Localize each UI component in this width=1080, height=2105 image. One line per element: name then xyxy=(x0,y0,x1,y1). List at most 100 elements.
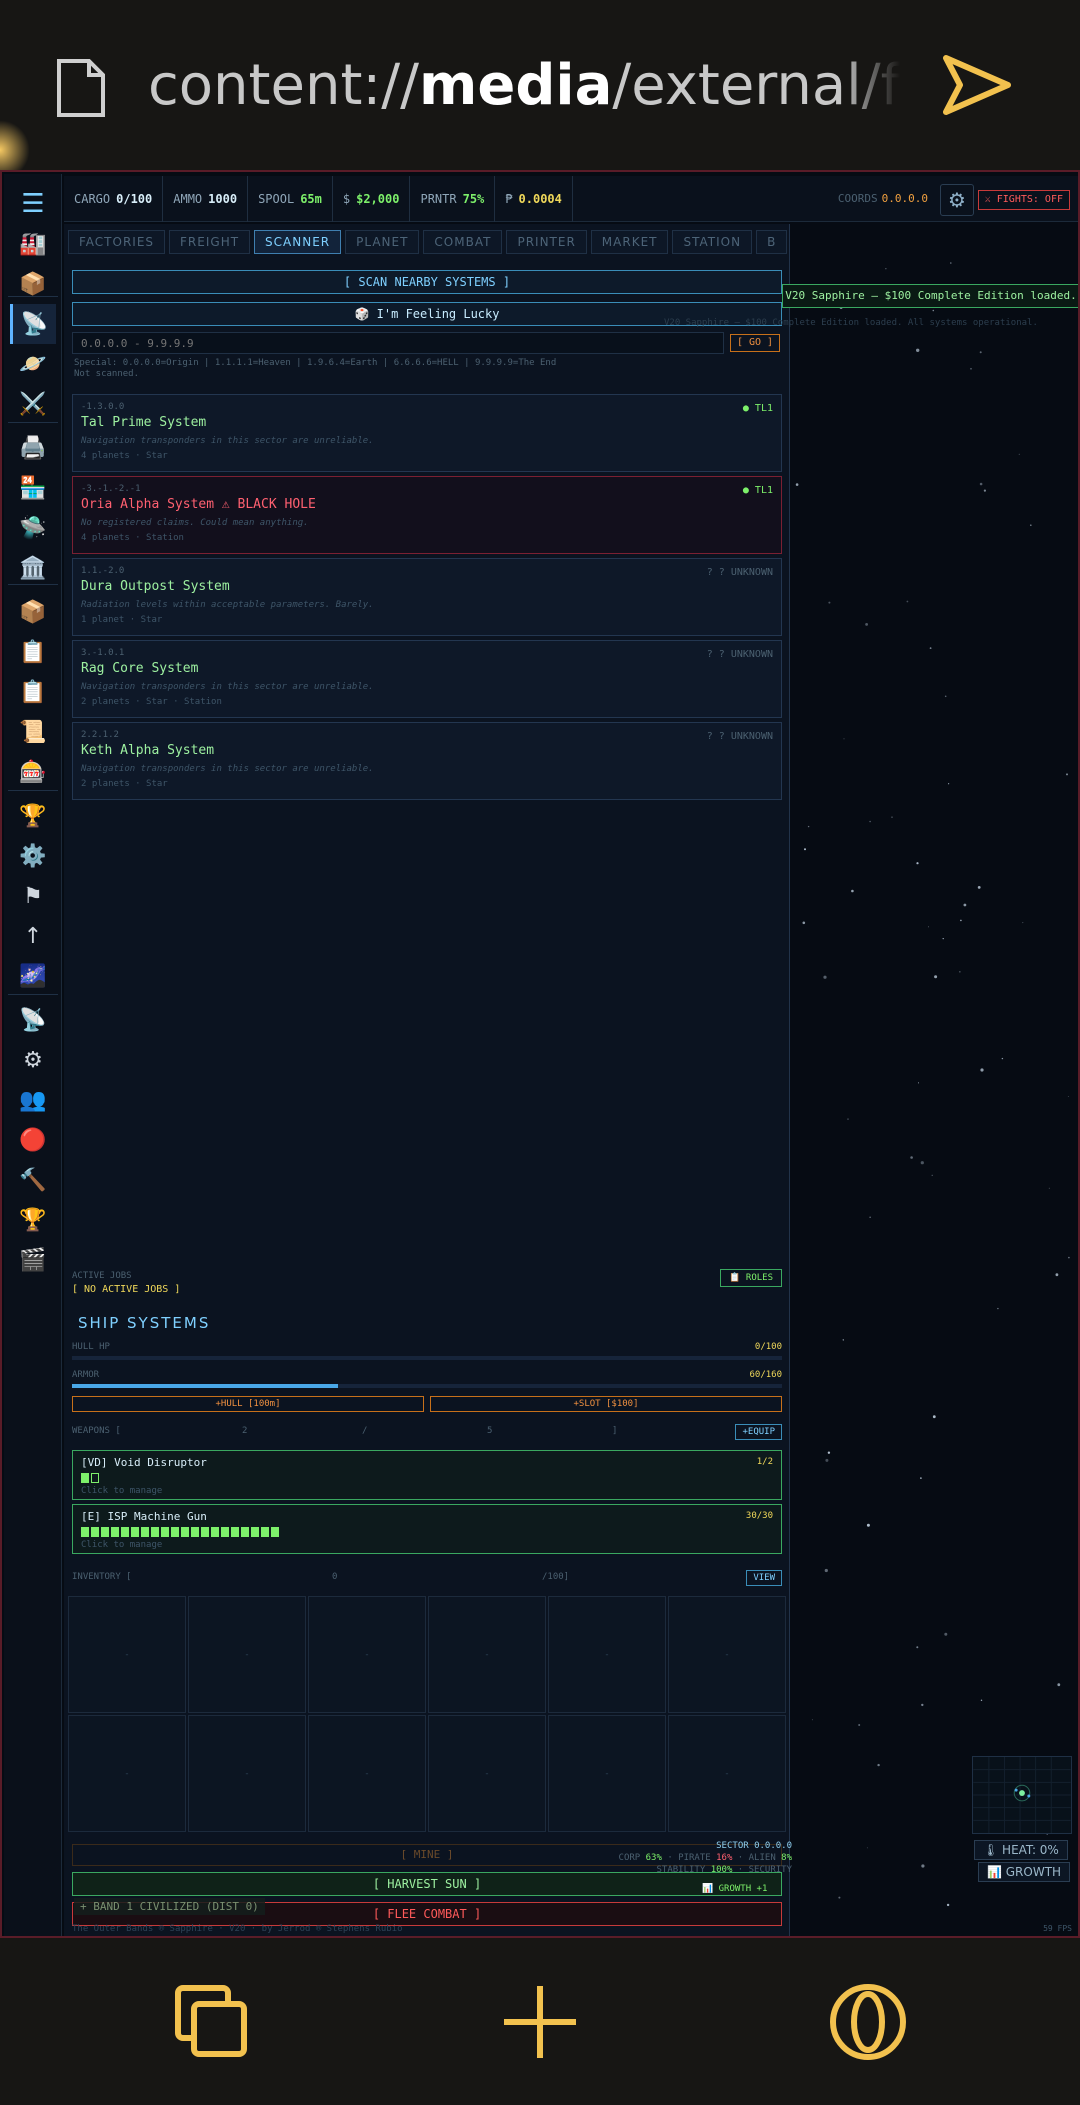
crew-icon[interactable]: 👥 xyxy=(10,1080,56,1120)
tab-market[interactable]: MARKET xyxy=(590,230,669,254)
stat-cargo: CARGO 0/100 xyxy=(64,175,164,222)
star xyxy=(866,1847,868,1849)
ammo-pip xyxy=(211,1527,219,1537)
star xyxy=(942,938,944,940)
antenna-icon[interactable]: 📡 xyxy=(10,1000,56,1040)
inventory-slot[interactable]: - xyxy=(68,1715,186,1832)
scanner-icon[interactable]: 📡 xyxy=(10,304,56,344)
scan-nearby-button[interactable]: [ SCAN NEARBY SYSTEMS ] xyxy=(72,270,782,294)
star xyxy=(1048,1187,1050,1189)
galaxy-icon[interactable]: 🌌 xyxy=(10,956,56,996)
url-fade xyxy=(840,46,900,126)
system-coord: -1.3.0.0 xyxy=(81,402,125,412)
add-slot-button[interactable]: +SLOT [$100] xyxy=(430,1396,782,1412)
tab-b[interactable]: B xyxy=(756,230,788,254)
browser-bottom-nav xyxy=(0,1938,1080,2105)
inventory-slot[interactable]: - xyxy=(668,1596,786,1713)
hammer-icon[interactable]: 🔨 xyxy=(10,1160,56,1200)
roles-button[interactable]: 📋 ROLES xyxy=(720,1269,782,1287)
tab-printer[interactable]: PRINTER xyxy=(506,230,587,254)
tabs-icon[interactable] xyxy=(172,1982,252,2062)
flag-icon[interactable]: ⚑ xyxy=(10,876,56,916)
inventory-slot[interactable]: - xyxy=(188,1715,306,1832)
cargo-icon[interactable]: 📦 xyxy=(10,264,56,304)
heat-indicator: 🌡 HEAT: 0% xyxy=(974,1840,1068,1860)
inventory-slot[interactable]: - xyxy=(428,1596,546,1713)
ammo-pip xyxy=(141,1527,149,1537)
go-button[interactable]: [ GO ] xyxy=(730,334,780,352)
new-tab-icon[interactable] xyxy=(500,1982,580,2062)
stat-value: 0.0004 xyxy=(518,191,562,206)
minimap[interactable] xyxy=(972,1756,1072,1834)
crate-icon[interactable]: 📦 xyxy=(10,592,56,632)
inventory-slot[interactable]: - xyxy=(308,1715,426,1832)
menu-icon[interactable]: ☰ xyxy=(10,184,56,224)
opera-menu-icon[interactable] xyxy=(828,1982,908,2062)
send-icon[interactable] xyxy=(942,52,1012,118)
inventory-slot[interactable]: - xyxy=(668,1715,786,1832)
bank-icon[interactable]: 🏛️ xyxy=(10,548,56,588)
fights-toggle-button[interactable]: ⚔ FIGHTS: OFF xyxy=(977,190,1070,210)
inventory-slot[interactable]: - xyxy=(428,1715,546,1832)
station-icon[interactable]: 🛸 xyxy=(10,508,56,548)
system-card[interactable]: -1.3.0.0 Tal Prime System Navigation trans… xyxy=(72,394,782,472)
scan-status: Not scanned. xyxy=(74,369,140,379)
weapon-ammo: 1/2 xyxy=(756,1457,773,1467)
stats-bar: CARGO 0/100 AMMO 1000 SPOOL 65m $ $2,000 PRNTR 75… xyxy=(64,175,1078,222)
star xyxy=(877,1763,880,1767)
weapon-card[interactable]: [E] ISP Machine Gun 30/30 Click to manage xyxy=(72,1504,782,1554)
hull-track xyxy=(72,1356,782,1360)
tab-planet[interactable]: PLANET xyxy=(345,230,420,254)
ammo-pip xyxy=(161,1527,169,1537)
planet-icon[interactable]: 🪐 xyxy=(10,344,56,384)
ammo-pip xyxy=(241,1527,249,1537)
inventory-slot[interactable]: - xyxy=(68,1596,186,1713)
star xyxy=(916,1646,919,1649)
slot-machine-icon[interactable]: 🎰 xyxy=(10,752,56,792)
tab-factories[interactable]: FACTORIES xyxy=(68,230,166,254)
tab-scanner[interactable]: SCANNER xyxy=(254,230,342,254)
weapon-card[interactable]: [VD] Void Disruptor 1/2 Click to manage xyxy=(72,1450,782,1500)
factory-icon[interactable]: 🏭 xyxy=(10,224,56,264)
gear-icon[interactable]: ⚙ xyxy=(940,184,974,216)
settings-icon[interactable]: ⚙️ xyxy=(10,836,56,876)
inventory-slot[interactable]: - xyxy=(188,1596,306,1713)
inventory-slot[interactable]: - xyxy=(548,1596,666,1713)
system-coord: 3.-1.0.1 xyxy=(81,648,125,658)
view-inventory-button[interactable]: VIEW xyxy=(746,1570,782,1586)
trophy-icon[interactable]: 🏆 xyxy=(10,796,56,836)
star xyxy=(979,482,983,486)
inventory-slot[interactable]: - xyxy=(548,1715,666,1832)
cinema-icon[interactable]: 🎬 xyxy=(10,1240,56,1280)
upgrade-icon[interactable]: ↑ xyxy=(10,916,56,956)
scroll-icon[interactable]: 📜 xyxy=(10,712,56,752)
coordinate-input[interactable] xyxy=(72,332,724,354)
growth-button[interactable]: 📊 GROWTH xyxy=(978,1862,1071,1882)
system-card[interactable]: 3.-1.0.1 Rag Core System Navigation transp… xyxy=(72,640,782,718)
system-card[interactable]: 1.1.-2.0 Dura Outpost System Radiation lev… xyxy=(72,558,782,636)
equip-button[interactable]: +EQUIP xyxy=(735,1424,782,1440)
url-host: media xyxy=(419,53,613,118)
system-coord: 2.2.1.2 xyxy=(81,730,119,740)
tab-combat[interactable]: COMBAT xyxy=(423,230,503,254)
ammo-pip xyxy=(111,1527,119,1537)
hull-bar: HULL HP 0/100 xyxy=(72,1342,782,1360)
clipboard-icon[interactable]: 📋 xyxy=(10,632,56,672)
contracts-icon[interactable]: 📋 xyxy=(10,672,56,712)
printer-icon[interactable]: 🖨️ xyxy=(10,428,56,468)
system-card[interactable]: -3.-1.-2.-1 Oria Alpha System ⚠ BLACK HOL… xyxy=(72,476,782,554)
tab-freight[interactable]: FREIGHT xyxy=(169,230,251,254)
gear-icon[interactable]: ⚙ xyxy=(10,1040,56,1080)
tab-station[interactable]: STATION xyxy=(672,230,753,254)
combat-icon[interactable]: ⚔️ xyxy=(10,384,56,424)
system-card[interactable]: 2.2.1.2 Keth Alpha System Navigation trans… xyxy=(72,722,782,800)
inventory-slot[interactable]: - xyxy=(308,1596,426,1713)
record-icon[interactable]: 🔴 xyxy=(10,1120,56,1160)
url-field[interactable]: content://media/external/file/1 xyxy=(148,46,900,126)
armor-fill xyxy=(72,1384,339,1388)
ammo-pip xyxy=(81,1527,89,1537)
market-icon[interactable]: 🏪 xyxy=(10,468,56,508)
weapon-hint: Click to manage xyxy=(81,1540,163,1550)
leaderboard-icon[interactable]: 🏆 xyxy=(10,1200,56,1240)
add-hull-button[interactable]: +HULL [100m] xyxy=(72,1396,424,1412)
